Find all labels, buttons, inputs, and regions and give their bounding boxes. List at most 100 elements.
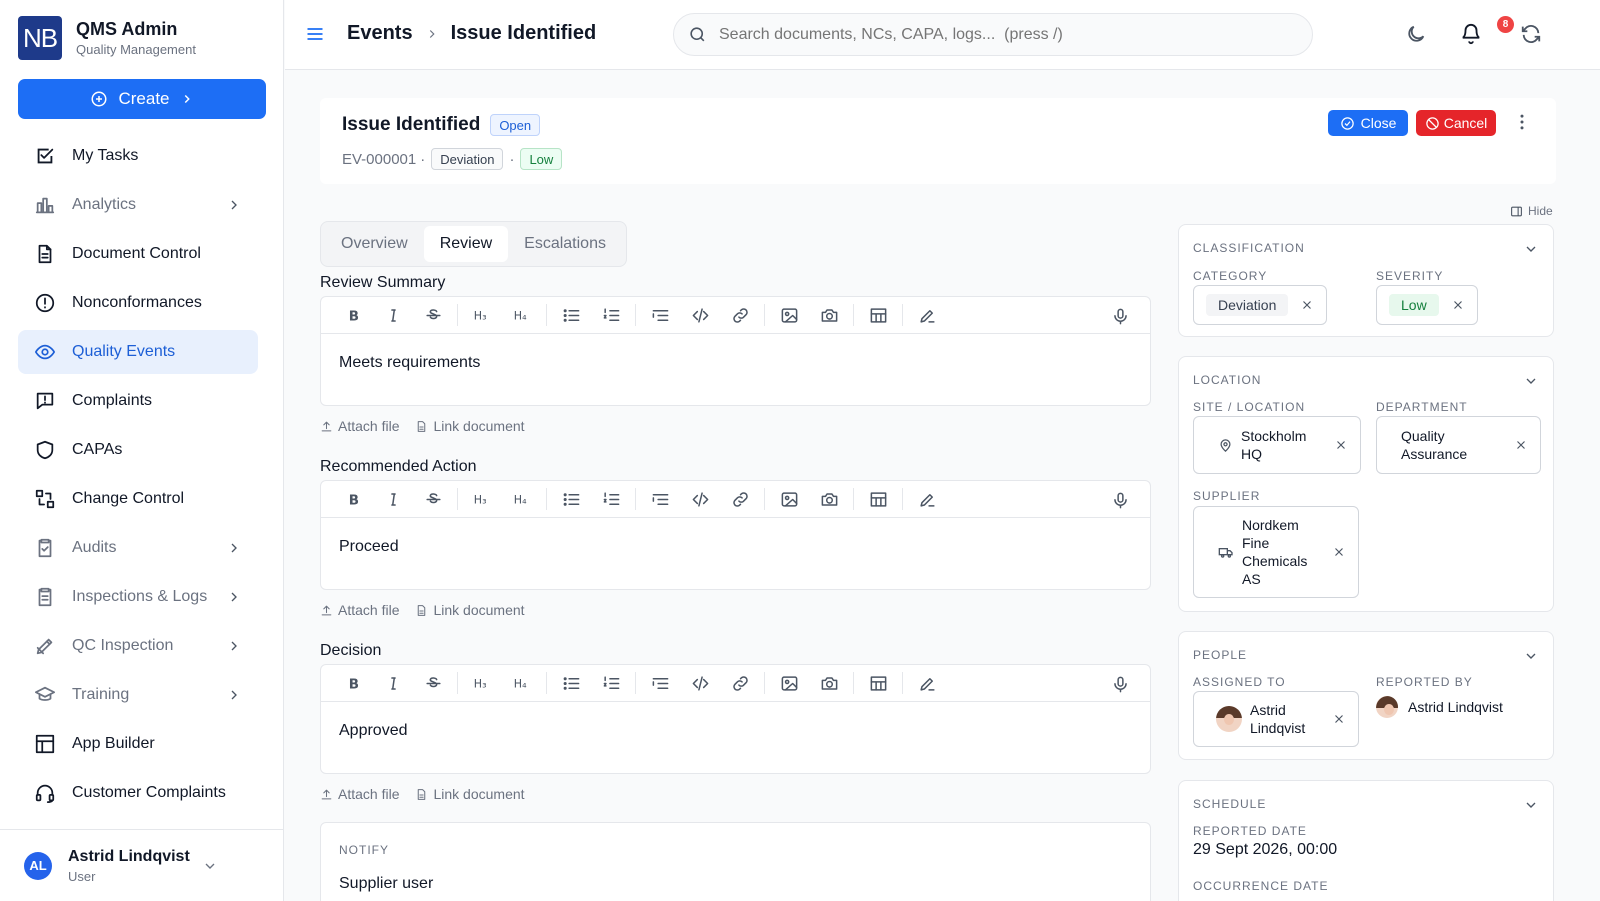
reported-date-value[interactable]: 29 Sept 2026, 00:00 <box>1193 841 1337 859</box>
supplier-field[interactable]: Nordkem Fine Chemicals AS <box>1193 506 1359 598</box>
strikethrough-icon[interactable] <box>413 484 453 514</box>
close-icon[interactable] <box>1300 298 1314 312</box>
microphone-icon[interactable] <box>1100 669 1140 699</box>
assigned-field[interactable]: Astrid Lindqvist <box>1193 691 1359 747</box>
heading4-icon[interactable]: H₄ <box>502 300 542 330</box>
search-bar[interactable] <box>673 13 1313 56</box>
bold-icon[interactable]: B <box>333 484 373 514</box>
sidebar-item-audits[interactable]: Audits <box>18 526 258 570</box>
sidebar-item-inspections-logs[interactable]: Inspections & Logs <box>18 575 258 619</box>
image-icon[interactable] <box>769 484 809 514</box>
table-icon[interactable] <box>858 484 898 514</box>
search-input[interactable] <box>719 25 1279 44</box>
site-field[interactable]: Stockholm HQ <box>1193 416 1361 474</box>
bell-icon[interactable] <box>1460 23 1482 45</box>
bold-icon[interactable]: B <box>333 668 373 698</box>
moon-icon[interactable] <box>1405 23 1427 45</box>
table-icon[interactable] <box>858 300 898 330</box>
close-icon[interactable] <box>1332 545 1346 559</box>
close-button[interactable]: Close <box>1328 110 1408 136</box>
create-button[interactable]: Create <box>18 79 266 119</box>
microphone-icon[interactable] <box>1100 485 1140 515</box>
bullet-list-icon[interactable] <box>551 300 591 330</box>
more-vertical-icon[interactable] <box>1512 112 1532 132</box>
heading3-icon[interactable]: H₃ <box>462 484 502 514</box>
rich-text-editor[interactable]: B H₃ H₄ Approved <box>320 664 1151 774</box>
quote-icon[interactable] <box>640 484 680 514</box>
chevron-down-icon[interactable] <box>1523 797 1539 813</box>
strikethrough-icon[interactable] <box>413 300 453 330</box>
editor-content[interactable]: Proceed <box>321 518 1150 576</box>
link-document-button[interactable]: Link document <box>415 602 525 618</box>
chevron-down-icon[interactable] <box>1523 241 1539 257</box>
sidebar-item-nonconformances[interactable]: Nonconformances <box>18 281 258 325</box>
close-icon[interactable] <box>1332 712 1346 726</box>
sidebar-item-app-builder[interactable]: App Builder <box>18 722 258 766</box>
chevron-down-icon[interactable] <box>202 858 218 874</box>
chevron-down-icon[interactable] <box>1523 648 1539 664</box>
italic-icon[interactable] <box>373 668 413 698</box>
sidebar-item-customer-complaints[interactable]: Customer Complaints <box>18 771 258 815</box>
sidebar-item-my-tasks[interactable]: My Tasks <box>18 134 258 178</box>
hide-panel-button[interactable]: Hide <box>1510 204 1553 218</box>
camera-icon[interactable] <box>809 484 849 514</box>
link-icon[interactable] <box>720 484 760 514</box>
sidebar-item-change-control[interactable]: Change Control <box>18 477 258 521</box>
italic-icon[interactable] <box>373 300 413 330</box>
camera-icon[interactable] <box>809 300 849 330</box>
refresh-icon[interactable] <box>1520 23 1542 45</box>
italic-icon[interactable] <box>373 484 413 514</box>
category-field[interactable]: Deviation <box>1193 285 1327 325</box>
numbered-list-icon[interactable] <box>591 300 631 330</box>
heading4-icon[interactable]: H₄ <box>502 668 542 698</box>
bold-icon[interactable]: B <box>333 300 373 330</box>
bullet-list-icon[interactable] <box>551 668 591 698</box>
sidebar-item-document-control[interactable]: Document Control <box>18 232 258 276</box>
link-document-button[interactable]: Link document <box>415 786 525 802</box>
severity-field[interactable]: Low <box>1376 285 1478 325</box>
rich-text-editor[interactable]: B H₃ H₄ Meets requirements <box>320 296 1151 406</box>
menu-icon[interactable] <box>305 24 325 44</box>
tab-escalations[interactable]: Escalations <box>508 226 622 262</box>
microphone-icon[interactable] <box>1100 301 1140 331</box>
image-icon[interactable] <box>769 300 809 330</box>
chevron-down-icon[interactable] <box>1523 373 1539 389</box>
breadcrumb-parent[interactable]: Events <box>347 22 413 45</box>
sidebar-item-training[interactable]: Training <box>18 673 258 717</box>
quote-icon[interactable] <box>640 668 680 698</box>
link-icon[interactable] <box>720 668 760 698</box>
editor-content[interactable]: Approved <box>321 702 1150 760</box>
strikethrough-icon[interactable] <box>413 668 453 698</box>
camera-icon[interactable] <box>809 668 849 698</box>
code-icon[interactable] <box>680 484 720 514</box>
rich-text-editor[interactable]: B H₃ H₄ Proceed <box>320 480 1151 590</box>
user-menu[interactable]: AL Astrid Lindqvist User <box>0 829 284 901</box>
numbered-list-icon[interactable] <box>591 484 631 514</box>
close-icon[interactable] <box>1514 438 1528 452</box>
sidebar-item-complaints[interactable]: Complaints <box>18 379 258 423</box>
table-icon[interactable] <box>858 668 898 698</box>
cancel-button[interactable]: Cancel <box>1416 110 1496 136</box>
link-icon[interactable] <box>720 300 760 330</box>
notify-value[interactable]: Supplier user <box>339 875 433 893</box>
editor-content[interactable]: Meets requirements <box>321 334 1150 392</box>
close-icon[interactable] <box>1334 438 1348 452</box>
signature-icon[interactable] <box>907 300 947 330</box>
code-icon[interactable] <box>680 300 720 330</box>
attach-file-button[interactable]: Attach file <box>320 602 399 618</box>
quote-icon[interactable] <box>640 300 680 330</box>
heading4-icon[interactable]: H₄ <box>502 484 542 514</box>
sidebar-item-quality-events[interactable]: Quality Events <box>18 330 258 374</box>
heading3-icon[interactable]: H₃ <box>462 668 502 698</box>
close-icon[interactable] <box>1451 298 1465 312</box>
numbered-list-icon[interactable] <box>591 668 631 698</box>
signature-icon[interactable] <box>907 484 947 514</box>
bullet-list-icon[interactable] <box>551 484 591 514</box>
code-icon[interactable] <box>680 668 720 698</box>
tab-overview[interactable]: Overview <box>325 226 424 262</box>
sidebar-item-analytics[interactable]: Analytics <box>18 183 258 227</box>
sidebar-item-qc-inspection[interactable]: QC Inspection <box>18 624 258 668</box>
heading3-icon[interactable]: H₃ <box>462 300 502 330</box>
department-field[interactable]: Quality Assurance <box>1376 416 1541 474</box>
image-icon[interactable] <box>769 668 809 698</box>
